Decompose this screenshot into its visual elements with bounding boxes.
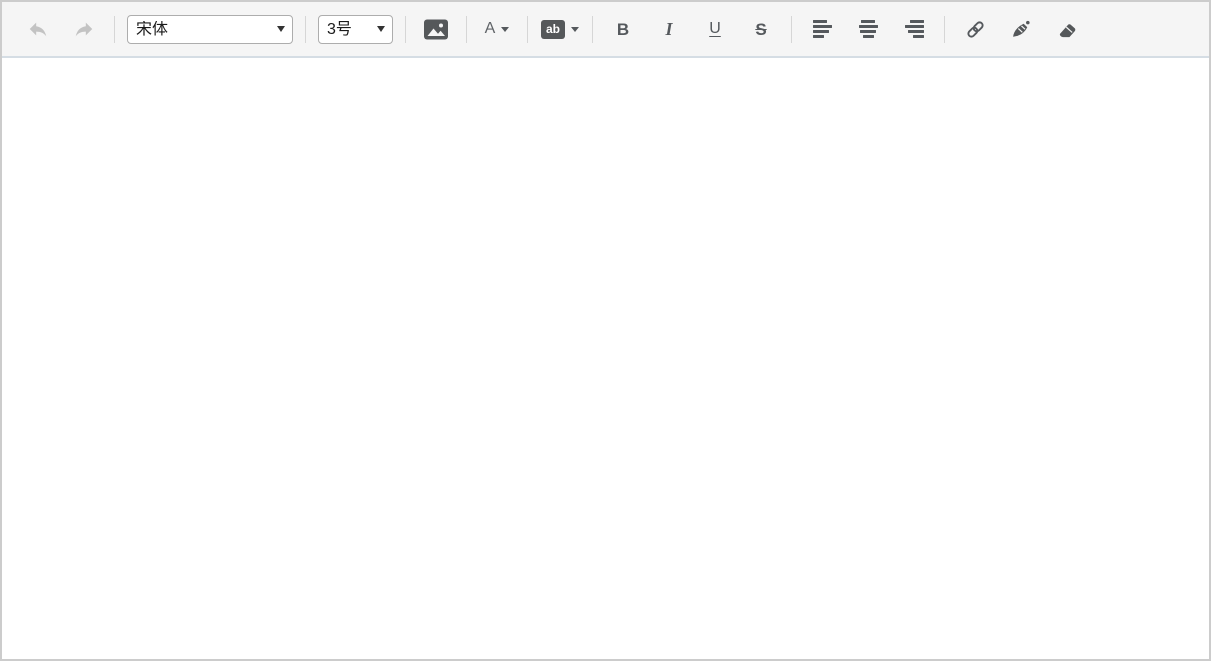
bold-button[interactable]: B — [606, 12, 640, 46]
font-family-select[interactable]: 宋体 — [127, 14, 293, 44]
undo-icon — [27, 18, 49, 40]
editor-content[interactable] — [2, 58, 1209, 659]
highlight-icon: ab — [541, 19, 565, 39]
caret-down-icon — [571, 26, 579, 32]
align-right-icon — [904, 20, 924, 38]
toolbar-separator — [114, 15, 115, 43]
align-center-button[interactable] — [851, 12, 885, 46]
toolbar-separator — [944, 15, 945, 43]
editor-toolbar: 宋体 3号 A ab B I U S — [2, 2, 1209, 58]
bold-label: B — [616, 19, 630, 39]
caret-down-icon — [501, 26, 510, 32]
toolbar-separator — [791, 15, 792, 43]
undo-button[interactable] — [21, 12, 55, 46]
italic-button[interactable]: I — [652, 12, 686, 46]
toolbar-separator — [592, 15, 593, 43]
align-center-icon — [858, 20, 878, 38]
strikethrough-button[interactable]: S — [744, 12, 778, 46]
underline-button[interactable]: U — [698, 12, 732, 46]
strikethrough-label: S — [755, 19, 767, 39]
italic-label: I — [665, 19, 673, 39]
align-left-icon — [812, 20, 832, 38]
toolbar-separator — [466, 15, 467, 43]
format-brush-button[interactable] — [1004, 12, 1038, 46]
insert-link-button[interactable] — [958, 12, 992, 46]
align-right-button[interactable] — [897, 12, 931, 46]
clear-format-button[interactable] — [1050, 12, 1084, 46]
align-left-button[interactable] — [805, 12, 839, 46]
brush-icon — [1010, 18, 1032, 40]
link-icon — [965, 19, 986, 40]
font-size-select[interactable]: 3号 — [318, 14, 393, 44]
highlight-color-button[interactable]: ab — [541, 12, 579, 46]
eraser-icon — [1056, 18, 1078, 40]
redo-icon — [73, 18, 95, 40]
font-color-button[interactable]: A — [480, 12, 514, 46]
underline-label: U — [709, 20, 721, 37]
toolbar-separator — [527, 15, 528, 43]
toolbar-separator — [305, 15, 306, 43]
insert-image-button[interactable] — [419, 12, 453, 46]
font-color-label: A — [484, 20, 496, 37]
image-icon — [423, 18, 449, 41]
redo-button[interactable] — [67, 12, 101, 46]
toolbar-separator — [405, 15, 406, 43]
rich-text-editor: 宋体 3号 A ab B I U S — [0, 0, 1211, 661]
